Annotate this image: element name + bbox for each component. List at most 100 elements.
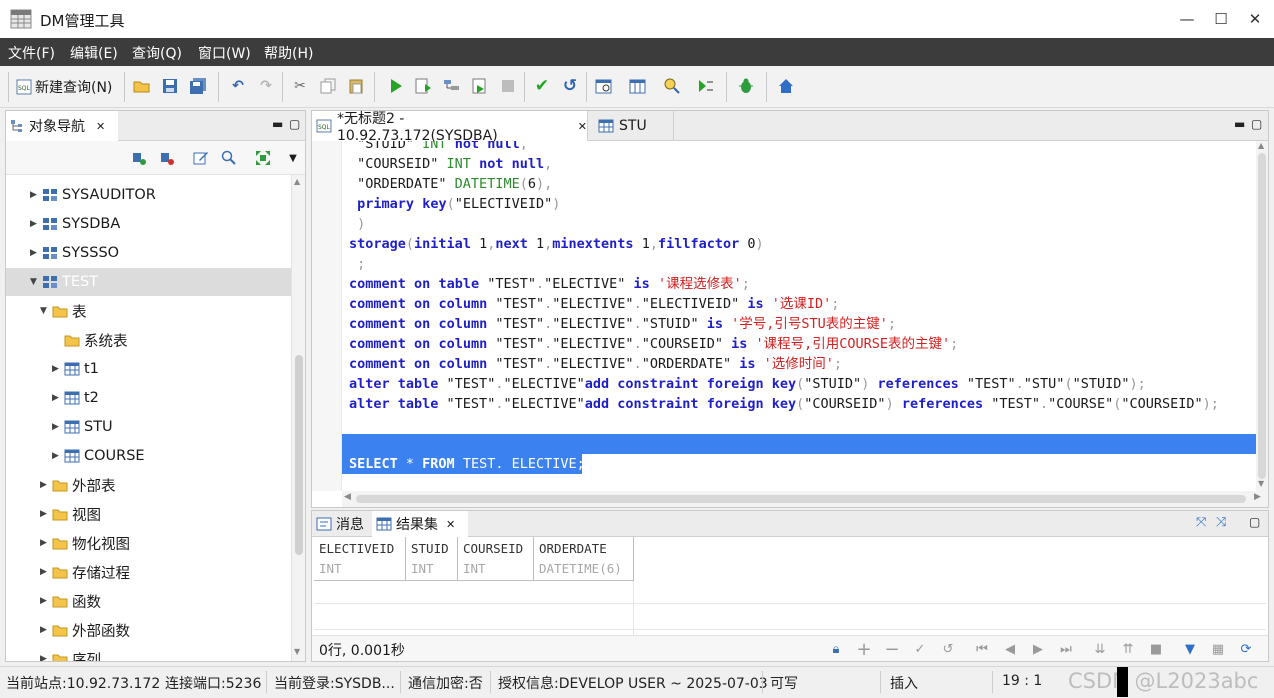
tree-node[interactable]: ▶ 视图 (40, 500, 101, 528)
stop-icon[interactable] (498, 76, 518, 96)
chevron-right-icon[interactable]: ▶ (30, 190, 42, 200)
tab-messages[interactable]: 消息 (312, 511, 370, 537)
tree-node[interactable]: ▶ 外部函数 (40, 616, 130, 644)
first-page-icon[interactable]: ⏮︎ (974, 641, 990, 657)
cut-icon[interactable]: ✂ (290, 76, 310, 96)
edit-icon[interactable] (192, 149, 210, 167)
undo-icon[interactable]: ↶ (228, 76, 248, 96)
explain-icon[interactable] (442, 76, 462, 96)
bug-icon[interactable] (736, 76, 756, 96)
column-header[interactable]: STUID INT (406, 537, 458, 581)
tree-node[interactable]: ▶ SYSSSO (30, 239, 119, 267)
copy-icon[interactable] (318, 76, 338, 96)
chevron-right-icon[interactable]: ▶ (30, 219, 42, 229)
chevron-right-icon[interactable]: ▶ (40, 509, 52, 519)
tree-node[interactable]: ▶ 序列 (40, 645, 101, 661)
chevron-right-icon[interactable]: ▶ (52, 393, 64, 403)
scroll-left-icon[interactable]: ◀ (344, 492, 351, 502)
prev-page-icon[interactable]: ◀ (1002, 641, 1018, 657)
tree-node[interactable]: ▶ 存储过程 (40, 558, 130, 586)
menu-help[interactable]: 帮助(H) (264, 43, 313, 63)
scroll-up-icon[interactable]: ▲ (1258, 141, 1264, 150)
revert-icon[interactable]: ↺ (940, 641, 956, 657)
minimize-button[interactable]: — (1170, 6, 1204, 32)
last-page-icon[interactable]: ⏭︎ (1058, 641, 1074, 657)
menu-file[interactable]: 文件(F) (8, 43, 55, 63)
chevron-right-icon[interactable]: ▶ (52, 451, 64, 461)
tab-untitled-query[interactable]: SQL *无标题2 - 10.92.73.172(SYSDBA) ✕ (312, 111, 588, 144)
scroll-right-icon[interactable]: ▶ (1254, 492, 1261, 502)
disconnect-icon[interactable] (158, 149, 176, 167)
sql-code-area[interactable]: "STUID" INT not null, "COURSEID" INT not… (342, 141, 1256, 491)
table-schedule-icon[interactable] (628, 76, 648, 96)
add-row-icon[interactable]: + (856, 639, 872, 660)
close-window-button[interactable]: ✕ (1238, 6, 1272, 32)
rollback-icon[interactable]: ↺ (560, 76, 580, 96)
column-header[interactable]: ORDERDATE DATETIME(6) (534, 537, 634, 581)
menu-edit[interactable]: 编辑(E) (70, 43, 118, 63)
confirm-icon[interactable]: ✓ (912, 641, 928, 657)
tree-node[interactable]: ▶ COURSE (52, 442, 145, 470)
filter-icon[interactable]: ▼ (1182, 641, 1198, 657)
chevron-right-icon[interactable]: ▶ (52, 422, 64, 432)
run-step-icon[interactable] (470, 76, 490, 96)
tree-node[interactable]: ▶ SYSDBA (30, 210, 120, 238)
schedule-icon[interactable] (594, 76, 614, 96)
tab-stu[interactable]: STU (592, 111, 674, 141)
expand-all-icon[interactable] (254, 149, 272, 167)
new-query-button[interactable]: SQL 新建查询(N) (16, 76, 112, 98)
save-icon[interactable] (160, 76, 180, 96)
tree-node[interactable]: ▶ STU (52, 413, 113, 441)
expand-rows-icon[interactable]: ⇊ (1092, 641, 1108, 657)
debug-search-icon[interactable] (662, 76, 682, 96)
tree-node[interactable]: ▶ 函数 (40, 587, 101, 615)
editor-vertical-scrollbar[interactable]: ▲ ▼ (1256, 141, 1268, 491)
maximize-panel-icon[interactable]: ▢ (289, 117, 300, 131)
run-icon[interactable] (386, 76, 406, 96)
chevron-down-icon[interactable]: ▼ (30, 277, 42, 287)
minimize-panel-icon[interactable]: ▬ (272, 117, 283, 131)
close-icon[interactable]: ✕ (446, 518, 455, 531)
redo-icon[interactable]: ↷ (256, 76, 276, 96)
tree-node[interactable]: ▶ 物化视图 (40, 529, 130, 557)
maximize-panel-icon[interactable]: ▢ (1249, 515, 1260, 529)
close-icon[interactable]: ✕ (96, 120, 105, 133)
menu-query[interactable]: 查询(Q) (132, 43, 182, 63)
view-menu-icon[interactable]: ▼ (284, 149, 302, 167)
menu-window[interactable]: 窗口(W) (198, 43, 251, 63)
chevron-right-icon[interactable]: ▶ (40, 625, 52, 635)
editor-horizontal-scrollbar[interactable]: ◀ ▶ (342, 491, 1268, 507)
connect-icon[interactable] (130, 149, 148, 167)
collapse-rows-icon[interactable]: ⇈ (1120, 641, 1136, 657)
tree-node[interactable]: ▶ 外部表 (40, 471, 116, 499)
tree-node[interactable]: ▶ SYSAUDITOR (30, 181, 156, 209)
navigator-scrollbar[interactable]: ▲ ▼ (291, 175, 305, 661)
chevron-right-icon[interactable]: ▶ (40, 538, 52, 548)
chevron-right-icon[interactable]: ▶ (52, 364, 64, 374)
column-header[interactable]: COURSEID INT (458, 537, 534, 581)
lock-icon[interactable]: 🔒︎ (828, 641, 844, 657)
chevron-right-icon[interactable]: ▶ (40, 654, 52, 661)
tree-node[interactable]: 系统表 (52, 326, 128, 354)
delete-row-icon[interactable]: − (884, 639, 900, 660)
minimize-panel-icon[interactable]: ▬ (1234, 117, 1245, 131)
run-script-icon[interactable] (414, 76, 434, 96)
chevron-right-icon[interactable]: ▶ (40, 567, 52, 577)
close-icon[interactable]: ✕ (578, 120, 587, 133)
tree-node[interactable]: ▶ t2 (52, 384, 99, 412)
tree-node[interactable]: ▶ t1 (52, 355, 99, 383)
column-header[interactable]: ELECTIVEID INT (314, 537, 406, 581)
commit-icon[interactable]: ✔ (532, 76, 552, 96)
chevron-down-icon[interactable]: ▼ (40, 306, 52, 316)
execute-plan-icon[interactable] (696, 76, 716, 96)
scroll-up-icon[interactable]: ▲ (294, 177, 300, 186)
editor-vscroll-thumb[interactable] (1258, 153, 1266, 479)
chevron-right-icon[interactable]: ▶ (40, 596, 52, 606)
grid-view-icon[interactable]: ▦ (1210, 641, 1226, 657)
chevron-right-icon[interactable]: ▶ (40, 480, 52, 490)
scroll-down-icon[interactable]: ▼ (1258, 479, 1264, 488)
pin-icon[interactable]: ⤨ (1216, 515, 1226, 530)
paste-icon[interactable] (346, 76, 366, 96)
refresh-icon[interactable]: ⟳ (1238, 641, 1254, 657)
navigator-scroll-thumb[interactable] (295, 355, 303, 555)
